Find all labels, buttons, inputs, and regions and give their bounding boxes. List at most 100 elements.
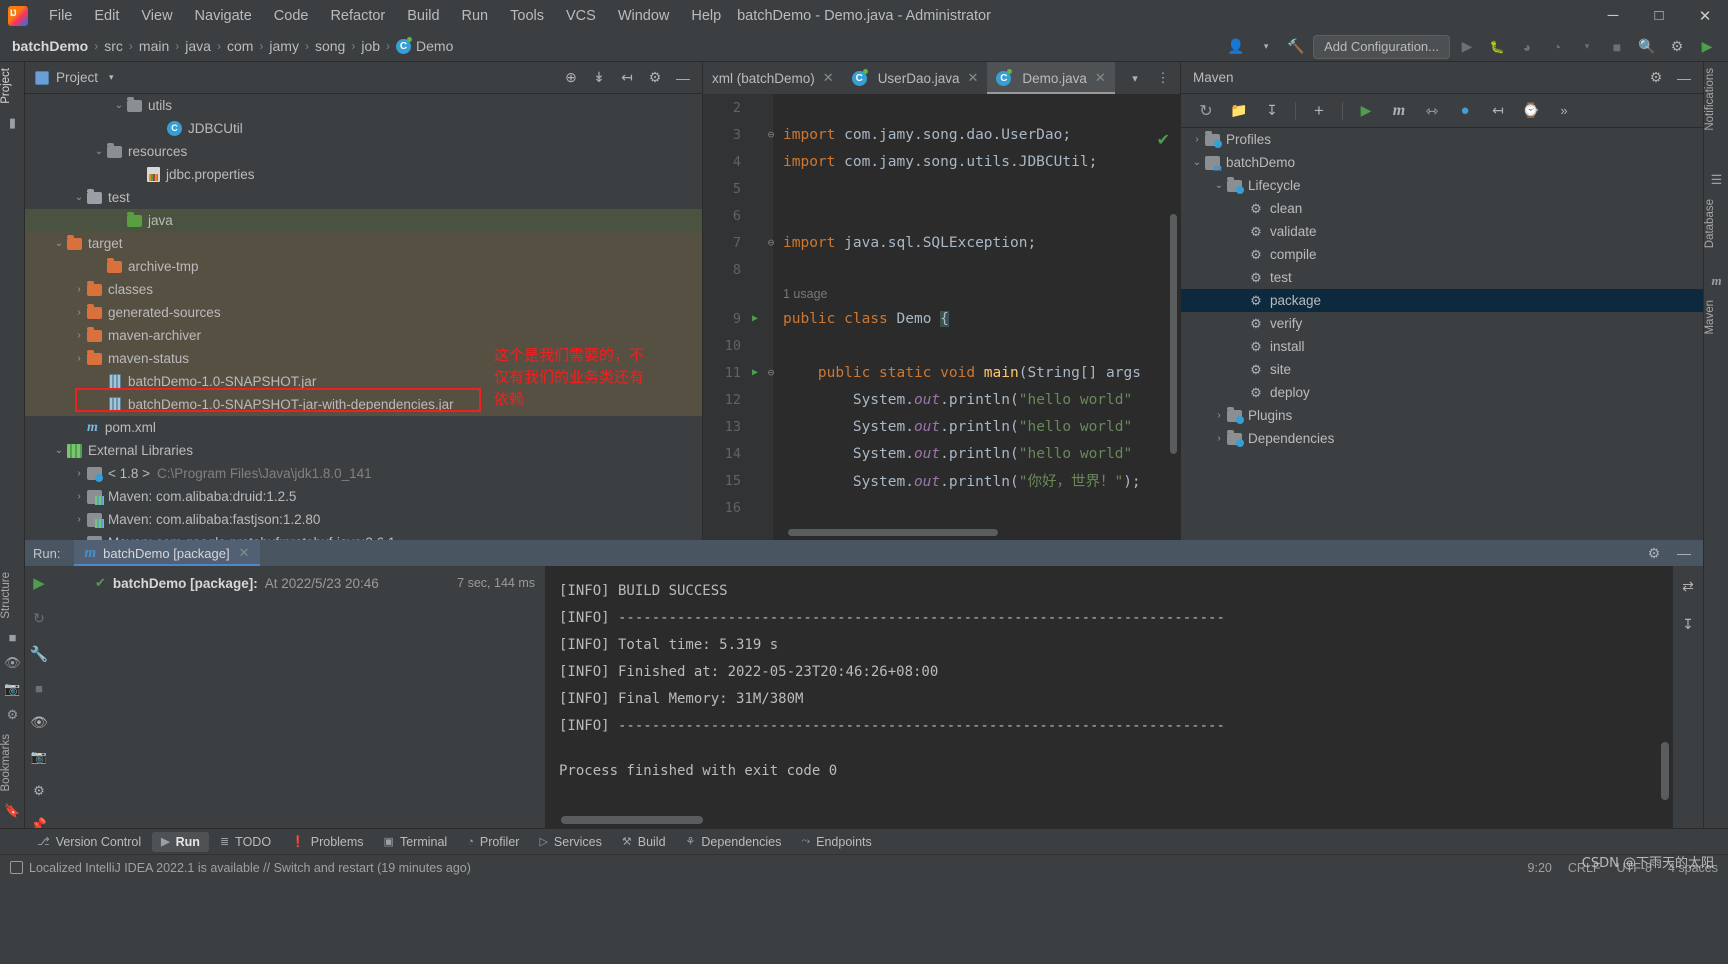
chevron-down-icon[interactable]: ▾ (1122, 66, 1148, 90)
locate-icon[interactable]: ⊕ (558, 66, 584, 90)
tool-tab-notifications[interactable]: Notifications (1704, 62, 1728, 137)
chevron-right-icon[interactable]: › (1233, 272, 1249, 283)
code-line[interactable]: 7 ⊖ import java.sql.SQLException; (703, 229, 1180, 256)
code-line[interactable]: 4 import com.jamy.song.utils.JDBCUtil; (703, 148, 1180, 175)
rerun-failed-icon[interactable]: ↻ (26, 610, 52, 627)
collapse-all-icon[interactable]: ↤ (614, 66, 640, 90)
more-options-icon[interactable]: ⋮ (1150, 66, 1176, 90)
menu-code[interactable]: Code (263, 4, 320, 28)
run-gutter-icon[interactable]: ▶ (747, 367, 763, 378)
filter-icon[interactable]: ⚙ (26, 783, 52, 799)
maven-icon[interactable]: m (1704, 268, 1728, 294)
console-horizontal-scrollbar[interactable] (561, 816, 703, 824)
maven-tree-row[interactable]: ›⚙ package (1181, 289, 1703, 312)
run-result-tree[interactable]: ✔ batchDemo [package]: At 2022/5/23 20:4… (53, 566, 545, 828)
breadcrumb-jamy[interactable]: jamy (269, 38, 299, 54)
chevron-right-icon[interactable]: › (1233, 318, 1249, 329)
tool-tab-structure[interactable]: Structure (0, 566, 25, 625)
database-icon[interactable]: ☰ (1704, 167, 1728, 193)
settings-icon[interactable]: ⚙ (0, 702, 25, 728)
menu-refactor[interactable]: Refactor (319, 4, 396, 28)
chevron-right-icon[interactable]: › (1233, 295, 1249, 306)
gear-icon[interactable]: ⚙ (642, 66, 668, 90)
camera-icon[interactable]: 📷 (26, 749, 52, 765)
bottom-tab-endpoints[interactable]: ⤳ Endpoints (792, 832, 880, 852)
code-line[interactable]: 3 ⊖ import com.jamy.song.dao.UserDao; (703, 121, 1180, 148)
chevron-right-icon[interactable]: › (1233, 203, 1249, 214)
code-line[interactable]: 15 System.out.println("你好，世界！"); (703, 467, 1180, 494)
code-line[interactable]: 11 ▶ ⊖ public static void main(String[] ar… (703, 359, 1180, 386)
breadcrumb-com[interactable]: com (227, 38, 253, 54)
chevron-right-icon[interactable]: › (91, 399, 107, 410)
chevron-down-icon[interactable]: ▾ (109, 72, 114, 83)
usage-hint[interactable]: 1 usage (783, 287, 827, 301)
maven-tree-row[interactable]: ⌄ batchDemo (1181, 151, 1703, 174)
reload-icon[interactable]: ↻ (1193, 99, 1219, 123)
gear-icon[interactable]: ⚙ (1641, 541, 1667, 565)
menu-run[interactable]: Run (451, 4, 500, 28)
menu-build[interactable]: Build (396, 4, 450, 28)
maven-tree-row[interactable]: ›⚙ test (1181, 266, 1703, 289)
stop-icon[interactable]: ■ (1604, 35, 1630, 59)
breadcrumb-batchDemo[interactable]: batchDemo (12, 38, 88, 54)
code-line[interactable]: 13 System.out.println("hello world" (703, 413, 1180, 440)
status-message[interactable]: Localized IntelliJ IDEA 2022.1 is availa… (29, 861, 471, 875)
update-icon[interactable]: ▶ (1694, 35, 1720, 59)
tree-row[interactable]: ⌄ test (25, 186, 702, 209)
code-line[interactable]: 12 System.out.println("hello world" (703, 386, 1180, 413)
tree-row[interactable]: › java (25, 209, 702, 232)
fold-icon[interactable]: ⊖ (763, 366, 779, 379)
fold-icon[interactable]: ⊖ (763, 128, 779, 141)
chevron-right-icon[interactable]: › (71, 422, 87, 433)
gear-icon[interactable]: ⚙ (1643, 66, 1669, 90)
expand-all-icon[interactable]: ↡ (586, 66, 612, 90)
add-configuration-button[interactable]: Add Configuration... (1313, 34, 1450, 59)
chevron-right-icon[interactable]: › (91, 376, 107, 387)
hammer-icon[interactable]: 🔨 (1283, 35, 1309, 59)
editor-vertical-scrollbar[interactable] (1170, 214, 1177, 454)
tree-row[interactable]: ⌄ utils (25, 94, 702, 117)
plus-icon[interactable]: + (1306, 99, 1332, 123)
breadcrumb-java[interactable]: java (185, 38, 211, 54)
editor-tab-xml[interactable]: xml (batchDemo) ✕ (703, 62, 843, 94)
bottom-tab-build[interactable]: ⚒ Build (613, 832, 675, 852)
code-line[interactable]: 6 (703, 202, 1180, 229)
breadcrumb-src[interactable]: src (104, 38, 123, 54)
code-line[interactable]: 8 (703, 256, 1180, 283)
run-tab-batchdemo-package[interactable]: m batchDemo [package] ✕ (74, 540, 260, 566)
chevron-right-icon[interactable]: › (1233, 226, 1249, 237)
tool-tab-project[interactable]: Project (0, 62, 25, 110)
maven-tree-row[interactable]: › Plugins (1181, 404, 1703, 427)
hide-panel-icon[interactable]: — (1671, 66, 1697, 90)
chevron-down-icon[interactable]: ⌄ (51, 238, 67, 249)
chevron-right-icon[interactable]: › (1189, 134, 1205, 145)
chevron-right-icon[interactable]: › (71, 491, 87, 502)
bookmark-icon[interactable]: 🔖 (0, 798, 25, 824)
tool-tab-maven[interactable]: Maven (1704, 294, 1728, 341)
chevron-down-icon[interactable]: ⌄ (1189, 157, 1205, 168)
stop-square-icon[interactable]: ■ (0, 624, 25, 650)
collapse-all-icon[interactable]: ↤ (1485, 99, 1511, 123)
editor-tab-userdao[interactable]: C UserDao.java ✕ (843, 62, 988, 94)
chevron-down-icon[interactable]: ⌄ (1211, 180, 1227, 191)
maven-tree-row[interactable]: ⌄ Lifecycle (1181, 174, 1703, 197)
execute-icon[interactable]: ● (1452, 99, 1478, 123)
tree-row[interactable]: ⌄ target (25, 232, 702, 255)
editor-tab-demo[interactable]: C Demo.java ✕ (987, 62, 1116, 94)
tree-row[interactable]: ›m pom.xml (25, 416, 702, 439)
commit-icon[interactable]: ▮ (0, 110, 25, 136)
tool-tab-database[interactable]: Database (1704, 193, 1728, 254)
run-icon[interactable]: ▶ (1454, 35, 1480, 59)
chevron-right-icon[interactable]: › (91, 261, 107, 272)
download-sources-icon[interactable]: ↧ (1259, 99, 1285, 123)
tree-row[interactable]: ⌄ resources (25, 140, 702, 163)
chevron-down-icon[interactable]: ⌄ (51, 445, 67, 456)
bottom-tab-terminal[interactable]: ▣ Terminal (375, 832, 457, 852)
close-icon[interactable]: ✕ (239, 545, 250, 561)
chevron-right-icon[interactable]: › (71, 307, 87, 318)
eye-icon[interactable]: 👁 (26, 714, 52, 731)
chevron-right-icon[interactable]: › (1233, 387, 1249, 398)
menu-window[interactable]: Window (607, 4, 681, 28)
tree-row[interactable]: ⌄ External Libraries (25, 439, 702, 462)
menu-help[interactable]: Help (680, 4, 732, 28)
